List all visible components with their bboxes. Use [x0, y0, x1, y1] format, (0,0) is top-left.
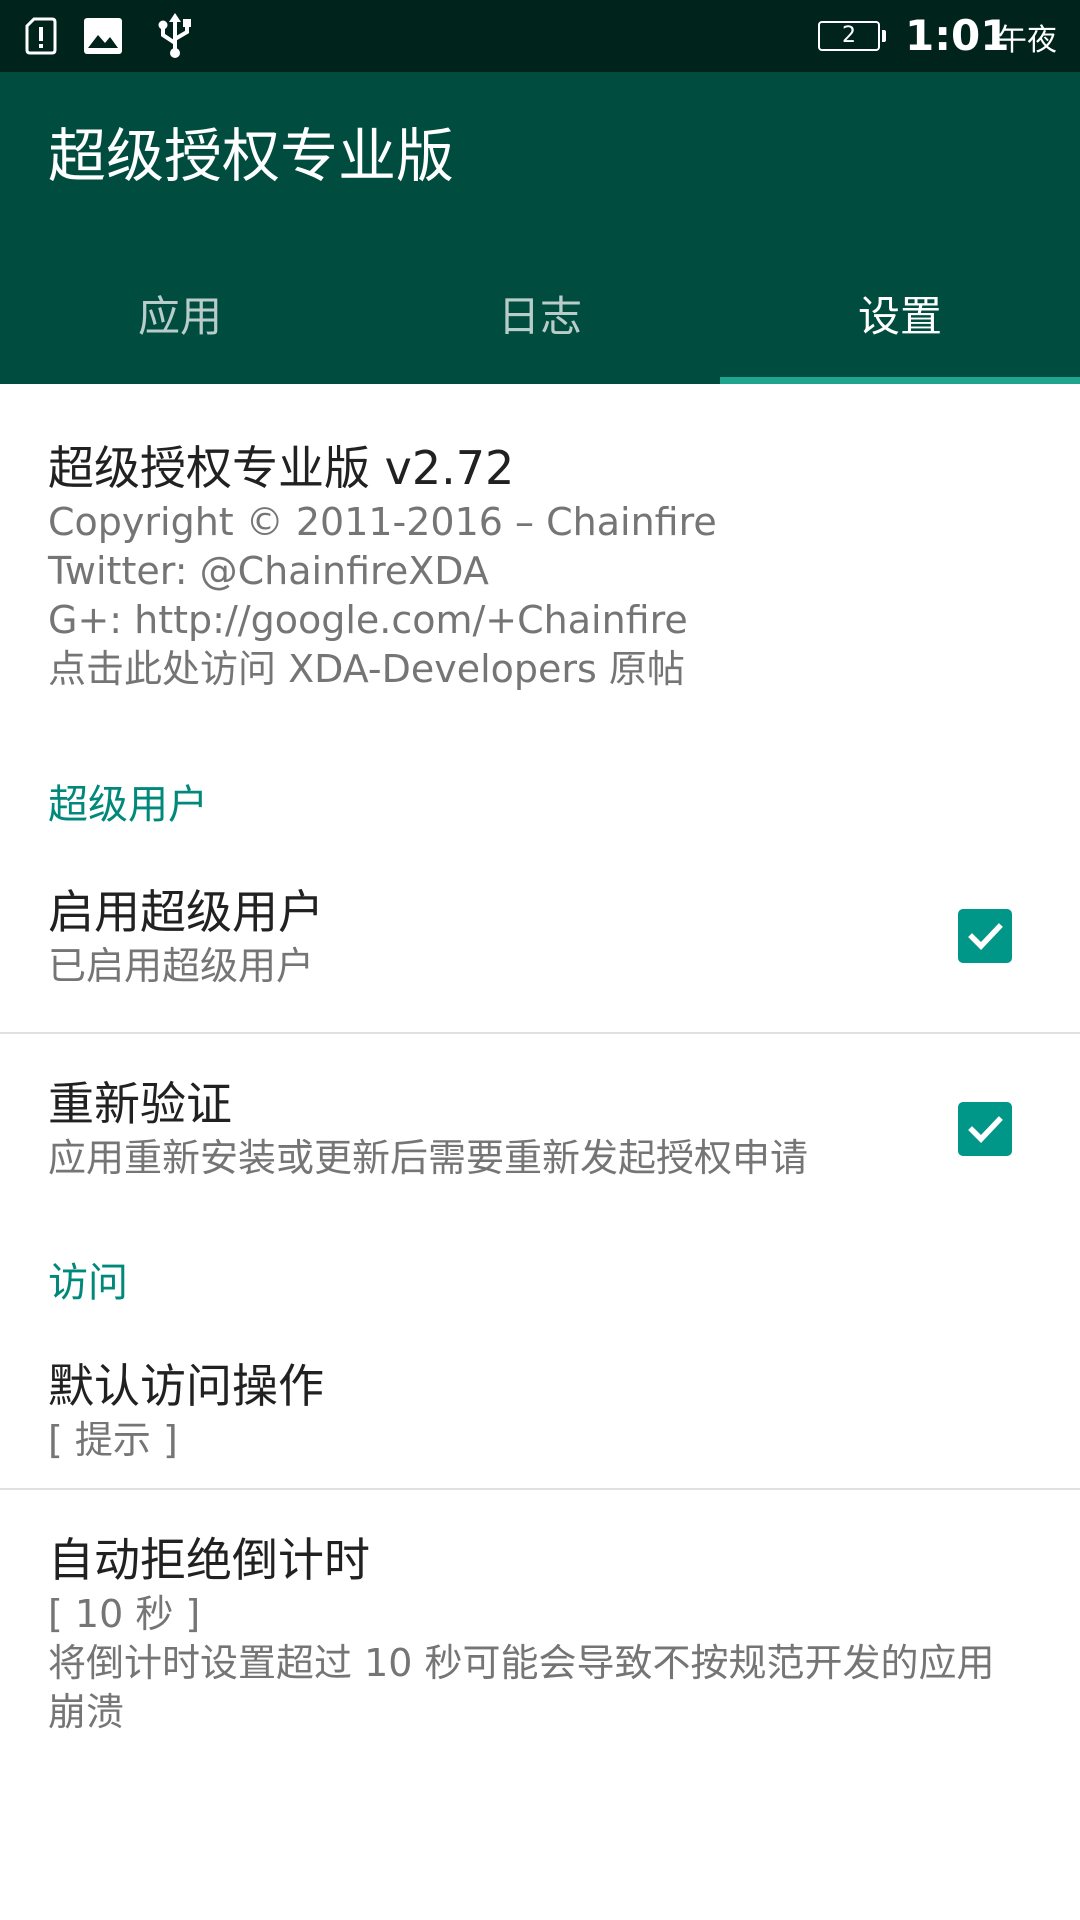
pref-auto-deny-note: 将倒计时设置超过 10 秒可能会导致不按规范开发的应用崩溃	[48, 1641, 995, 1734]
tab-bar: 应用 日志 设置	[0, 242, 1080, 384]
check-icon	[968, 1116, 1003, 1143]
pref-default-access-title: 默认访问操作	[48, 1359, 324, 1413]
alert-icon	[22, 14, 60, 58]
tab-logs[interactable]: 日志	[360, 242, 720, 384]
status-bar: 2 1:01 午夜	[0, 0, 1080, 72]
pref-reauthenticate[interactable]: 重新验证 应用重新安装或更新后需要重新发起授权申请	[0, 1034, 1080, 1240]
pref-auto-deny-title: 自动拒绝倒计时	[48, 1533, 370, 1587]
tab-settings[interactable]: 设置	[720, 242, 1080, 384]
category-superuser: 超级用户	[48, 782, 208, 828]
pref-default-access-summary: [ 提示 ]	[48, 1418, 178, 1462]
about-xda-link: 点击此处访问 XDA-Developers 原帖	[48, 647, 685, 691]
clock-time: 1:01	[905, 11, 1010, 60]
battery-level: 2	[842, 23, 856, 48]
pref-auto-deny-value: [ 10 秒 ]	[48, 1592, 201, 1636]
battery-icon: 2	[818, 21, 886, 51]
about-twitter: Twitter: @ChainfireXDA	[48, 549, 489, 593]
about-title: 超级授权专业版 v2.72	[48, 441, 515, 495]
about-copyright: Copyright © 2011-2016 – Chainfire	[48, 500, 717, 544]
pref-auto-deny-countdown[interactable]: 自动拒绝倒计时 [ 10 秒 ] 将倒计时设置超过 10 秒可能会导致不按规范开…	[0, 1490, 1080, 1750]
enable-superuser-checkbox[interactable]	[958, 909, 1012, 963]
pref-enable-superuser-summary: 已启用超级用户	[48, 944, 315, 988]
about-item[interactable]: 超级授权专业版 v2.72 Copyright © 2011-2016 – Ch…	[0, 384, 1080, 752]
usb-icon	[152, 13, 198, 58]
pref-reauthenticate-title: 重新验证	[48, 1077, 232, 1131]
category-access: 访问	[48, 1260, 128, 1306]
about-gplus: G+: http://google.com/+Chainfire	[48, 598, 688, 642]
pref-enable-superuser-title: 启用超级用户	[48, 885, 324, 939]
clock-period: 午夜	[997, 23, 1057, 58]
check-icon	[968, 923, 1003, 950]
pref-enable-superuser[interactable]: 启用超级用户 已启用超级用户	[0, 852, 1080, 1032]
app-title: 超级授权专业版	[48, 122, 455, 190]
pref-reauthenticate-summary: 应用重新安装或更新后需要重新发起授权申请	[48, 1136, 809, 1180]
tab-apps[interactable]: 应用	[0, 242, 360, 384]
app-bar: 超级授权专业版 应用 日志 设置	[0, 72, 1080, 384]
image-icon	[82, 14, 124, 58]
pref-default-access[interactable]: 默认访问操作 [ 提示 ]	[0, 1316, 1080, 1488]
settings-list: 超级授权专业版 v2.72 Copyright © 2011-2016 – Ch…	[0, 384, 1080, 1750]
reauthenticate-checkbox[interactable]	[958, 1102, 1012, 1156]
